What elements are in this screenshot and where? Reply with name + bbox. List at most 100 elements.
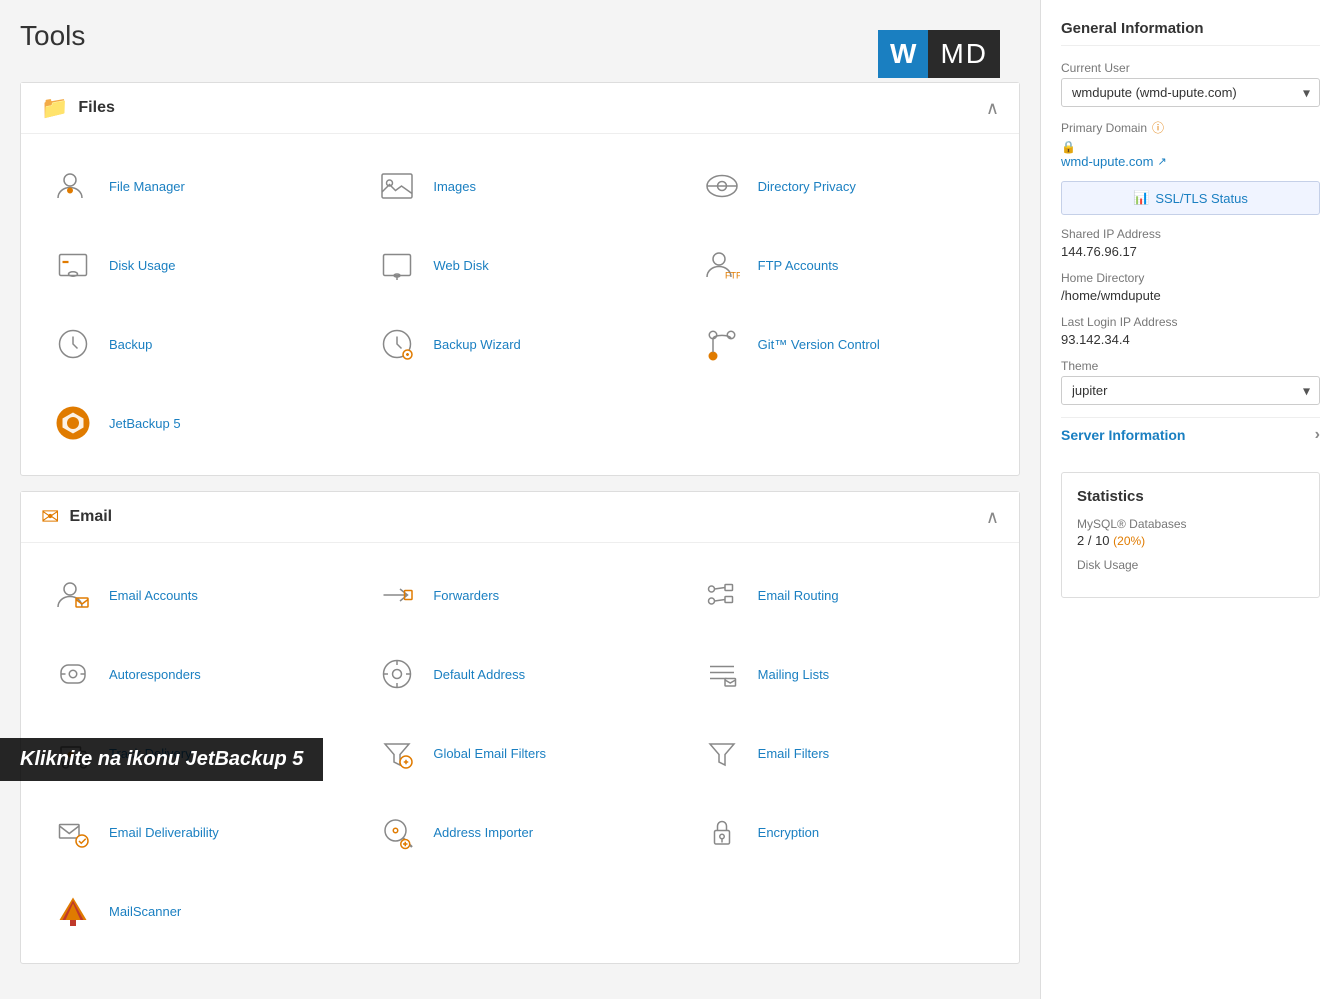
forwarders-item[interactable]: Forwarders (365, 563, 674, 627)
autoresponders-label: Autoresponders (109, 667, 201, 682)
email-section-icon: ✉ (41, 504, 59, 530)
email-routing-item[interactable]: Email Routing (690, 563, 999, 627)
last-login-value: 93.142.34.4 (1061, 332, 1320, 347)
email-routing-label: Email Routing (758, 588, 839, 603)
address-importer-item[interactable]: Address Importer (365, 800, 674, 864)
files-section: 📁 Files ∧ File Manager (20, 82, 1020, 476)
general-info-title: General Information (1061, 20, 1320, 46)
home-dir-row: Home Directory /home/wmdupute (1061, 271, 1320, 303)
directory-privacy-item[interactable]: Directory Privacy (690, 154, 999, 218)
theme-select-wrapper: jupiter (1061, 376, 1320, 405)
email-deliverability-item[interactable]: Email Deliverability (41, 800, 350, 864)
email-collapse-icon[interactable]: ∧ (986, 507, 999, 528)
email-accounts-item[interactable]: Email Accounts (41, 563, 350, 627)
shared-ip-value: 144.76.96.17 (1061, 244, 1320, 259)
server-info-label: Server Information (1061, 427, 1185, 443)
ssl-tls-button[interactable]: 📊 SSL/TLS Status (1061, 181, 1320, 215)
current-user-select[interactable]: wmdupute (wmd-upute.com) (1061, 78, 1320, 107)
jetbackup5-item[interactable]: JetBackup 5 (41, 391, 350, 455)
backup-item[interactable]: Backup (41, 312, 350, 376)
ftp-accounts-label: FTP Accounts (758, 258, 839, 273)
git-label: Git™ Version Control (758, 337, 880, 352)
email-routing-icon (698, 571, 746, 619)
files-section-header[interactable]: 📁 Files ∧ (21, 83, 1019, 134)
mailing-lists-icon (698, 650, 746, 698)
files-section-title: Files (78, 99, 114, 117)
email-deliverability-label: Email Deliverability (109, 825, 219, 840)
backup-wizard-item[interactable]: Backup Wizard (365, 312, 674, 376)
disk-usage-label: Disk Usage (1077, 558, 1304, 572)
forwarders-label: Forwarders (433, 588, 499, 603)
mailing-lists-item[interactable]: Mailing Lists (690, 642, 999, 706)
ssl-tls-row: 📊 SSL/TLS Status (1061, 181, 1320, 215)
file-manager-icon (49, 162, 97, 210)
backup-wizard-icon (373, 320, 421, 368)
mysql-value: 2 / 10 (20%) (1077, 533, 1304, 548)
mysql-percent: (20%) (1113, 534, 1145, 548)
autoresponders-icon (49, 650, 97, 698)
primary-domain-value: 🔒 wmd-upute.com ↗ (1061, 139, 1320, 169)
general-info-section: General Information Current User wmduput… (1061, 20, 1320, 452)
primary-domain-row: Primary Domain ⓘ 🔒 wmd-upute.com ↗ (1061, 119, 1320, 169)
files-collapse-icon[interactable]: ∧ (986, 98, 999, 119)
statistics-section: Statistics MySQL® Databases 2 / 10 (20%)… (1061, 472, 1320, 598)
autoresponders-item[interactable]: Autoresponders (41, 642, 350, 706)
home-dir-label: Home Directory (1061, 271, 1320, 285)
theme-select[interactable]: jupiter (1061, 376, 1320, 405)
primary-domain-info-icon[interactable]: ⓘ (1152, 119, 1164, 136)
mailscanner-label: MailScanner (109, 904, 181, 919)
images-item[interactable]: Images (365, 154, 674, 218)
last-login-label: Last Login IP Address (1061, 315, 1320, 329)
stats-title: Statistics (1077, 488, 1304, 505)
ftp-accounts-item[interactable]: FTP FTP Accounts (690, 233, 999, 297)
email-section: ✉ Email ∧ Email Accoun (20, 491, 1020, 964)
web-disk-item[interactable]: Web Disk (365, 233, 674, 297)
shared-ip-row: Shared IP Address 144.76.96.17 (1061, 227, 1320, 259)
email-filters-item[interactable]: Email Filters (690, 721, 999, 785)
encryption-label: Encryption (758, 825, 819, 840)
encryption-item[interactable]: Encryption (690, 800, 999, 864)
primary-domain-link[interactable]: wmd-upute.com ↗ (1061, 154, 1320, 169)
default-address-label: Default Address (433, 667, 525, 682)
web-disk-icon (373, 241, 421, 289)
sidebar: General Information Current User wmduput… (1040, 0, 1340, 999)
git-version-control-item[interactable]: Git™ Version Control (690, 312, 999, 376)
last-login-row: Last Login IP Address 93.142.34.4 (1061, 315, 1320, 347)
shared-ip-label: Shared IP Address (1061, 227, 1320, 241)
logo-w: W (878, 30, 928, 78)
images-icon (373, 162, 421, 210)
primary-domain-label: Primary Domain ⓘ (1061, 119, 1320, 136)
logo-md: MD (928, 30, 1000, 78)
email-section-header[interactable]: ✉ Email ∧ (21, 492, 1019, 543)
current-user-row: Current User wmdupute (wmd-upute.com) (1061, 61, 1320, 107)
disk-usage-icon (49, 241, 97, 289)
backup-wizard-label: Backup Wizard (433, 337, 520, 352)
mysql-label: MySQL® Databases (1077, 517, 1304, 531)
backup-icon (49, 320, 97, 368)
default-address-icon (373, 650, 421, 698)
disk-usage-stat-row: Disk Usage (1077, 558, 1304, 572)
folder-icon: 📁 (41, 95, 68, 121)
jetbackup5-label: JetBackup 5 (109, 416, 181, 431)
images-label: Images (433, 179, 476, 194)
global-email-filters-label: Global Email Filters (433, 746, 546, 761)
file-manager-item[interactable]: File Manager (41, 154, 350, 218)
email-accounts-icon (49, 571, 97, 619)
lock-icon: 🔒 (1061, 140, 1076, 154)
files-section-header-left: 📁 Files (41, 95, 115, 121)
theme-label: Theme (1061, 359, 1320, 373)
files-section-body: File Manager Images (21, 134, 1019, 475)
server-info-row[interactable]: Server Information › (1061, 417, 1320, 452)
global-email-filters-item[interactable]: Global Email Filters (365, 721, 674, 785)
forwarders-icon (373, 571, 421, 619)
mailing-lists-label: Mailing Lists (758, 667, 830, 682)
default-address-item[interactable]: Default Address (365, 642, 674, 706)
backup-label: Backup (109, 337, 152, 352)
jetbackup-icon (49, 399, 97, 447)
mailscanner-item[interactable]: MailScanner (41, 879, 350, 943)
ftp-accounts-icon: FTP (698, 241, 746, 289)
directory-privacy-label: Directory Privacy (758, 179, 856, 194)
mailscanner-icon (49, 887, 97, 935)
server-info-chevron: › (1315, 426, 1320, 444)
disk-usage-item[interactable]: Disk Usage (41, 233, 350, 297)
